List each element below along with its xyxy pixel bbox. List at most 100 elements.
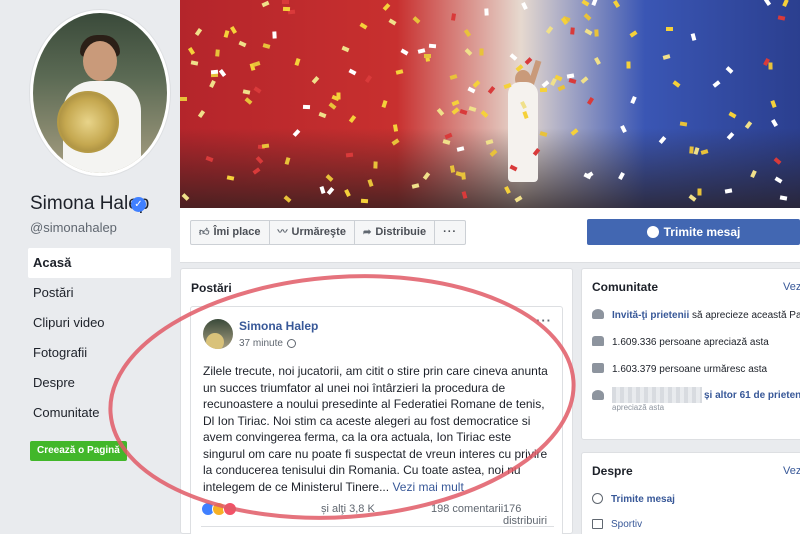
page-actions-group: 👍︎ Îmi place 〰 Urmăreşte ➦ Distribuie ··… xyxy=(190,220,467,245)
confetti-piece xyxy=(395,69,404,75)
invite-friends-icon xyxy=(592,309,604,319)
about-send-message-link[interactable]: Trimite mesaj xyxy=(611,494,675,505)
nav-item-about[interactable]: Despre xyxy=(28,368,171,398)
page-handle[interactable]: @simonahalep xyxy=(30,220,117,235)
community-heading: Comunitate xyxy=(592,280,658,294)
confetti-piece xyxy=(381,100,388,108)
friends-icon xyxy=(592,390,604,400)
confetti-piece xyxy=(215,49,220,57)
invite-friends-link[interactable]: Invită-ţi prietenii xyxy=(612,310,689,321)
cover-photo[interactable] xyxy=(180,0,800,208)
nav-item-videos[interactable]: Clipuri video xyxy=(28,308,171,338)
friends-avatars[interactable] xyxy=(612,387,702,403)
confetti-piece xyxy=(218,69,227,77)
community-panel: Comunitate Vezi Invită-ţi prietenii să a… xyxy=(581,268,800,440)
see-more-link[interactable]: Vezi mai mult xyxy=(392,480,463,494)
confetti-piece xyxy=(364,74,373,84)
share-arrow-icon: ➦ xyxy=(362,227,372,238)
confetti-piece xyxy=(294,58,301,66)
nav-item-posts[interactable]: Postări xyxy=(28,278,171,308)
follow-button[interactable]: 〰 Urmăreşte xyxy=(270,221,355,244)
page-nav: Acasă Postări Clipuri video Fotografii D… xyxy=(28,248,171,428)
confetti-piece xyxy=(424,54,431,58)
confetti-piece xyxy=(672,80,681,88)
confetti-piece xyxy=(197,109,206,119)
confetti-piece xyxy=(348,115,357,123)
confetti-piece xyxy=(541,80,550,88)
nav-item-community[interactable]: Comunitate xyxy=(28,398,171,428)
confetti-piece xyxy=(345,152,354,158)
category-link[interactable]: Sportiv xyxy=(611,519,642,530)
confetti-piece xyxy=(209,79,216,89)
confetti-piece xyxy=(360,198,369,204)
confetti-piece xyxy=(348,68,357,76)
friends-subtext: apreciază asta xyxy=(612,403,665,412)
messenger-icon xyxy=(646,226,659,238)
friends-link[interactable]: și altor 61 de prieteni xyxy=(704,390,800,401)
post-options-button[interactable]: ··· xyxy=(536,313,552,328)
confetti-piece xyxy=(629,30,638,38)
more-options-button[interactable]: ··· xyxy=(435,221,465,244)
page-action-bar: 👍︎ Îmi place 〰 Urmăreşte ➦ Distribuie ··… xyxy=(180,208,800,263)
post-timestamp[interactable]: 37 minute · xyxy=(239,338,289,349)
comments-count[interactable]: 198 comentarii xyxy=(431,503,503,515)
confetti-piece xyxy=(509,53,518,61)
posts-heading: Postări xyxy=(191,281,232,295)
confetti-piece xyxy=(770,100,777,108)
confetti-piece xyxy=(479,48,484,56)
like-page-button[interactable]: 👍︎ Îmi place xyxy=(191,221,270,244)
confetti-piece xyxy=(557,84,566,92)
community-see-all-link[interactable]: Vezi xyxy=(783,281,800,293)
confetti-piece xyxy=(244,97,253,105)
profile-picture[interactable] xyxy=(30,10,170,176)
trophy-plate-image xyxy=(57,91,119,153)
confetti-piece xyxy=(690,33,697,41)
confetti-piece xyxy=(763,0,772,7)
confetti-piece xyxy=(318,111,327,119)
confetti-piece xyxy=(328,102,337,110)
confetti-piece xyxy=(392,124,399,132)
confetti-piece xyxy=(464,48,473,56)
confetti-piece xyxy=(451,107,460,115)
confetti-piece xyxy=(728,111,737,119)
confetti-piece xyxy=(436,108,445,116)
post-body: Zilele trecute, noi jucatorii, am citit … xyxy=(203,363,555,495)
confetti-piece xyxy=(725,66,734,74)
confetti-piece xyxy=(697,188,702,196)
post-author-avatar[interactable] xyxy=(203,319,233,349)
confetti-piece xyxy=(180,97,187,101)
nav-item-photos[interactable]: Fotografii xyxy=(28,338,171,368)
create-page-button[interactable]: Creează o Pagină xyxy=(30,441,127,461)
likes-row: 1.609.336 persoane apreciază asta xyxy=(592,336,769,348)
confetti-piece xyxy=(281,0,290,5)
confetti-piece xyxy=(412,16,421,24)
post-author-name[interactable]: Simona Halep xyxy=(239,319,318,333)
confetti-piece xyxy=(282,6,291,12)
shares-count[interactable]: 176 distribuiri xyxy=(503,503,556,527)
confetti-piece xyxy=(771,118,778,128)
send-message-button[interactable]: Trimite mesaj xyxy=(587,219,800,245)
share-button[interactable]: ➦ Distribuie xyxy=(355,221,436,244)
confetti-piece xyxy=(382,3,391,11)
invite-friends-text: să aprecieze această Pagin xyxy=(692,310,800,321)
follows-count: 1.603.379 persoane urmăresc asta xyxy=(612,364,768,375)
confetti-piece xyxy=(472,80,481,88)
reactions-count[interactable]: și alţi 3,8 K xyxy=(321,503,375,515)
confetti-piece xyxy=(568,78,577,84)
confetti-piece xyxy=(545,26,554,34)
thumbs-up-icon: 👍︎ xyxy=(199,227,210,238)
confetti-piece xyxy=(373,161,378,169)
confetti-piece xyxy=(484,8,489,16)
confetti-piece xyxy=(261,143,270,149)
confetti-piece xyxy=(223,30,230,38)
reactions-icons[interactable] xyxy=(201,502,237,516)
about-see-all-link[interactable]: Vezi xyxy=(783,465,800,477)
confetti-piece xyxy=(252,61,261,67)
confetti-piece xyxy=(302,104,311,110)
nav-item-home[interactable]: Acasă xyxy=(28,248,171,278)
confetti-piece xyxy=(359,22,368,30)
confetti-piece xyxy=(580,76,589,84)
confetti-piece xyxy=(450,13,457,21)
posts-panel: Postări Simona Halep 37 minute · ··· Zil… xyxy=(180,268,573,534)
confetti-piece xyxy=(524,57,533,65)
